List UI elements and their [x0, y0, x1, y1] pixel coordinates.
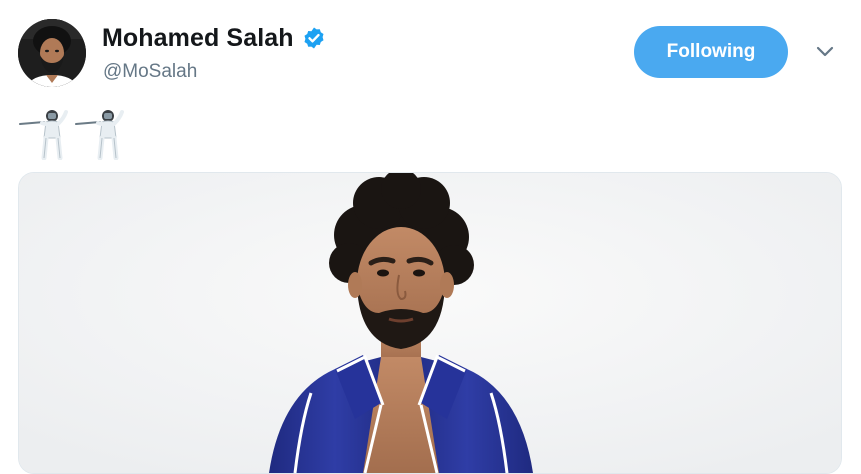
- following-button[interactable]: Following: [634, 26, 788, 78]
- verified-badge-icon: [302, 26, 326, 50]
- author-display-name[interactable]: Mohamed Salah: [102, 24, 294, 53]
- tweet-media-photo[interactable]: [18, 172, 842, 474]
- profile-photo-icon: [18, 19, 86, 87]
- author-name-row[interactable]: Mohamed Salah: [102, 22, 326, 54]
- man-in-tracksuit-photo-icon: [19, 173, 841, 473]
- author-handle[interactable]: @MoSalah: [103, 61, 197, 83]
- person-fencing-emoji-icon: [74, 104, 126, 161]
- chevron-down-icon[interactable]: [812, 42, 838, 62]
- person-fencing-emoji-icon: [18, 104, 70, 161]
- tweet-text: [18, 104, 126, 161]
- avatar[interactable]: [18, 19, 86, 87]
